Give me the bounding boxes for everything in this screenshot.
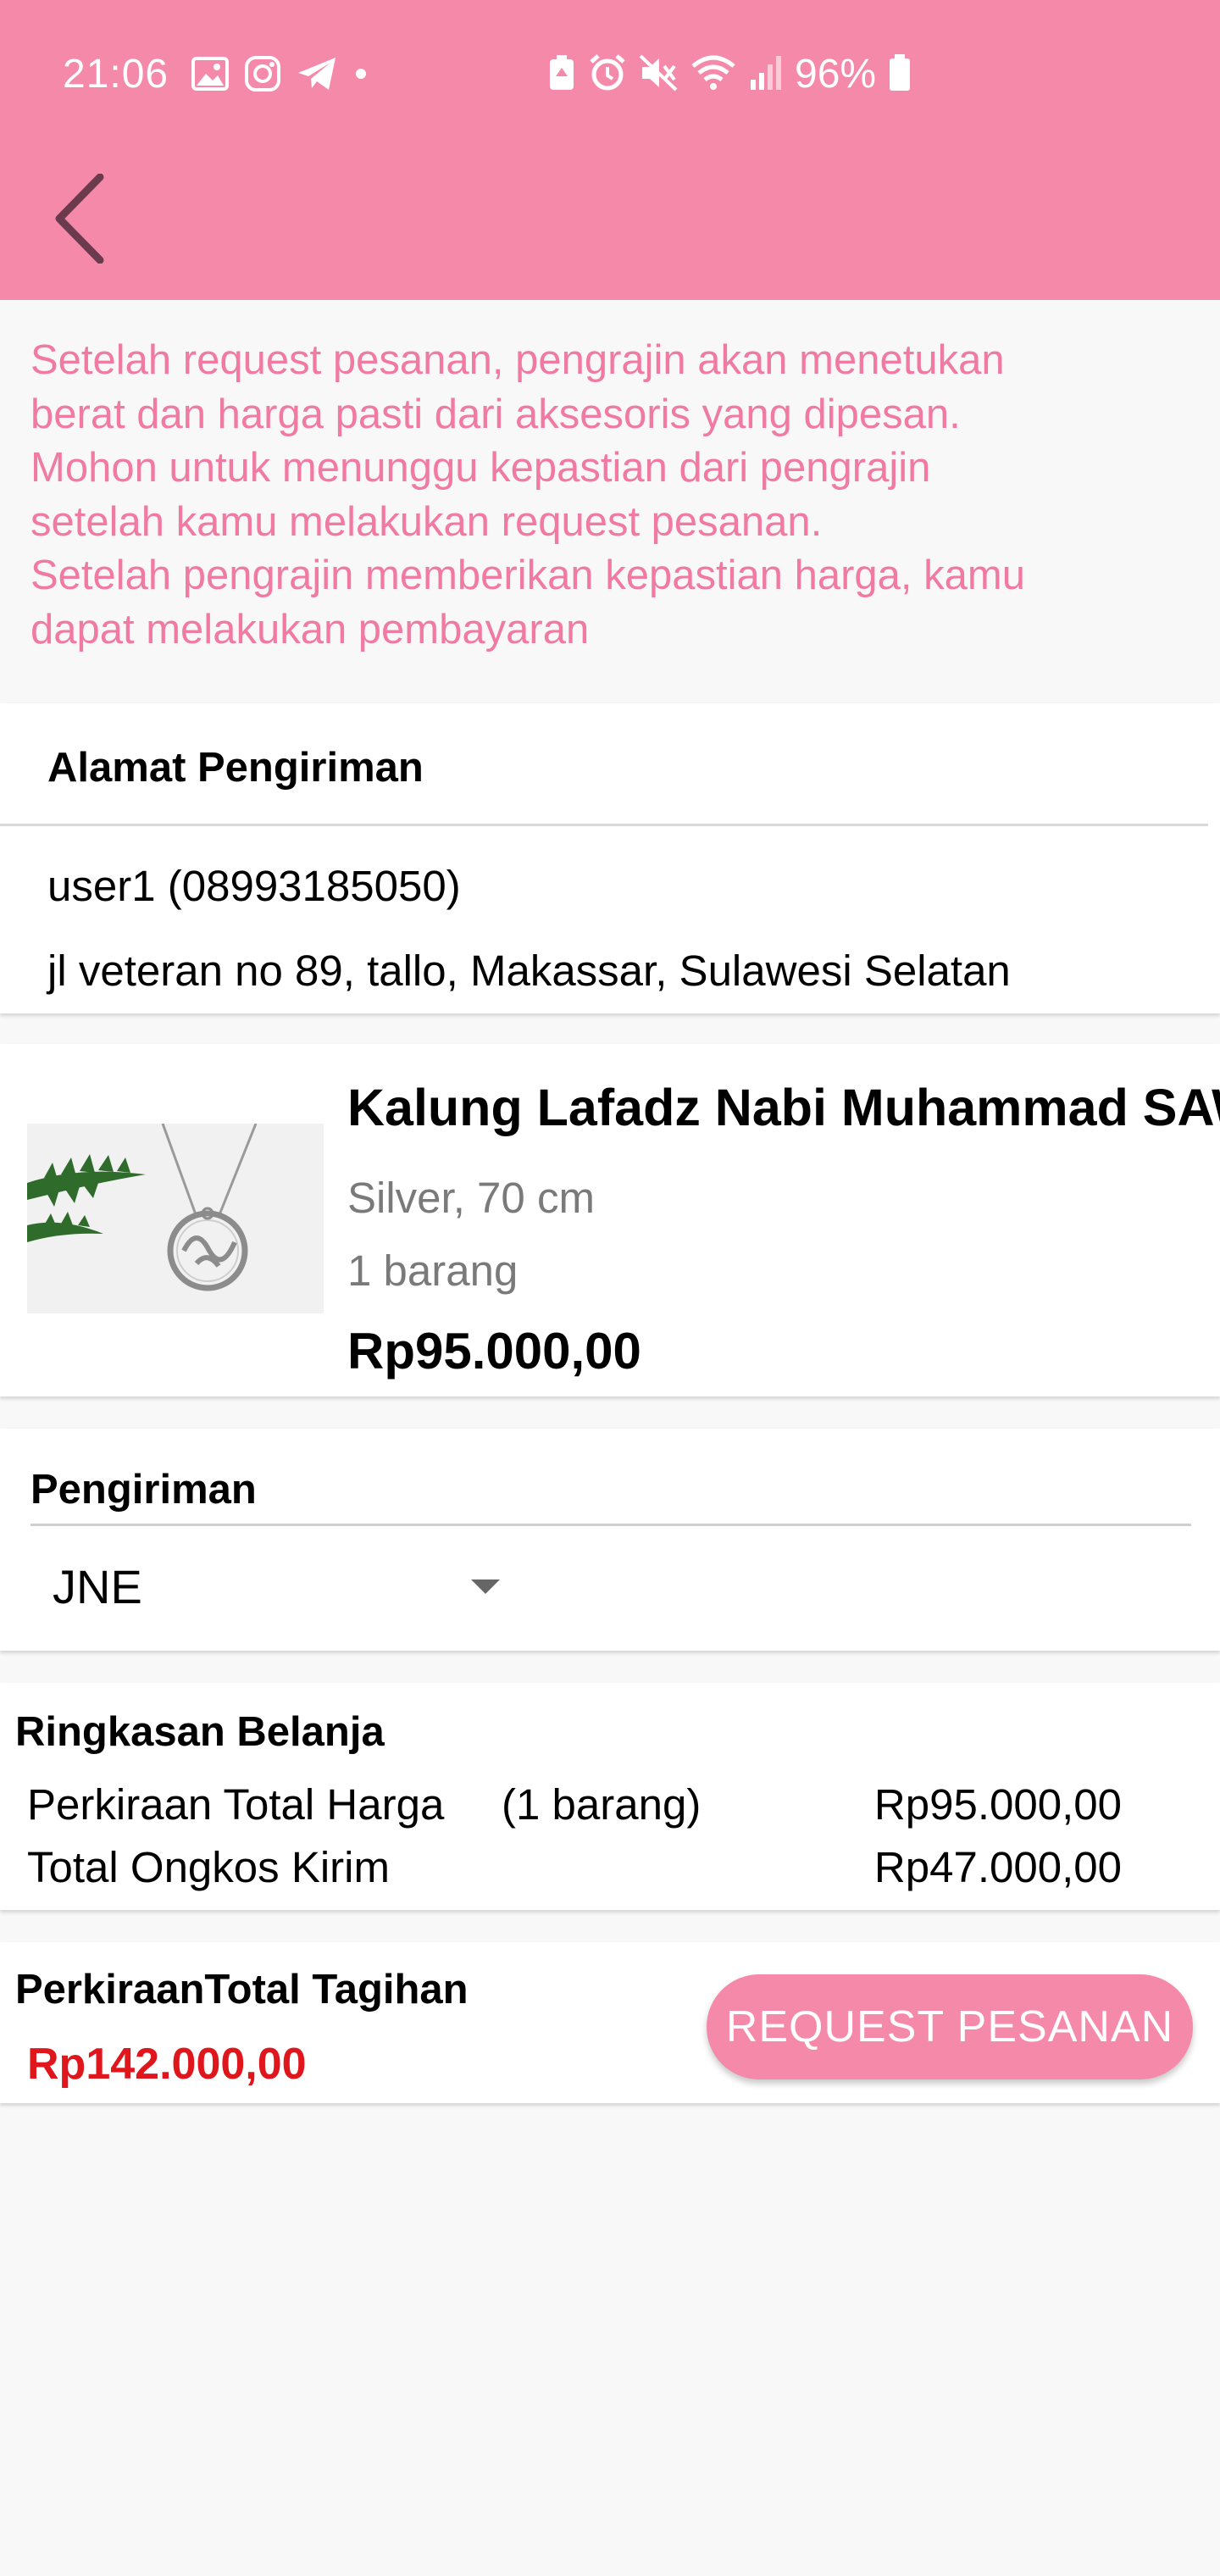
wifi-icon bbox=[690, 54, 737, 96]
instagram-icon bbox=[244, 55, 281, 97]
summary-item-price-value: Rp95.000,00 bbox=[873, 1780, 1122, 1829]
status-time: 21:06 bbox=[63, 52, 169, 97]
telegram-icon bbox=[297, 56, 337, 96]
total-value: Rp142.000,00 bbox=[27, 2040, 307, 2089]
checkout-screen: 21:06 96% Setelah request pesanan, pengr… bbox=[0, 0, 1220, 2576]
shipping-divider bbox=[30, 1524, 1191, 1526]
alarm-icon bbox=[588, 53, 627, 97]
summary-item-price-label: Perkiraan Total Harga bbox=[27, 1780, 445, 1829]
courier-dropdown[interactable]: JNE bbox=[30, 1551, 530, 1627]
battery-level: 96% bbox=[795, 52, 877, 97]
address-line: jl veteran no 89, tallo, Makassar, Sulaw… bbox=[47, 947, 1011, 995]
shipping-title: Pengiriman bbox=[30, 1467, 257, 1513]
product-name[interactable]: Kalung Lafadz Nabi Muhammad SAW bbox=[347, 1078, 1220, 1137]
image-icon bbox=[191, 56, 229, 95]
app-header: 21:06 96% bbox=[0, 0, 1220, 300]
product-price: Rp95.000,00 bbox=[347, 1323, 641, 1380]
chevron-left-icon bbox=[51, 173, 105, 268]
status-left-icons bbox=[191, 54, 369, 97]
status-bar: 21:06 96% bbox=[0, 0, 1220, 149]
summary-item-count: (1 barang) bbox=[502, 1780, 702, 1829]
signal-icon bbox=[749, 54, 783, 96]
product-quantity: 1 barang bbox=[347, 1246, 518, 1295]
dot-icon bbox=[352, 65, 369, 86]
mute-icon bbox=[639, 54, 678, 96]
product-image bbox=[27, 1124, 324, 1313]
address-recipient: user1 (08993185050) bbox=[47, 862, 461, 910]
back-button[interactable] bbox=[37, 169, 119, 271]
battery-icon bbox=[888, 53, 912, 97]
address-title: Alamat Pengiriman bbox=[47, 745, 424, 791]
summary-shipping-label: Total Ongkos Kirim bbox=[27, 1843, 390, 1891]
dropdown-arrow-icon bbox=[471, 1579, 500, 1594]
summary-shipping-value: Rp47.000,00 bbox=[873, 1843, 1122, 1891]
courier-selected-value: JNE bbox=[53, 1560, 142, 1613]
summary-title: Ringkasan Belanja bbox=[15, 1709, 385, 1755]
total-label: PerkiraanTotal Tagihan bbox=[15, 1967, 469, 2012]
request-info-text: Setelah request pesanan, pengrajin akan … bbox=[30, 337, 1025, 652]
product-variant: Silver, 70 cm bbox=[347, 1174, 595, 1222]
status-right-icons: 96% bbox=[547, 51, 912, 98]
address-divider bbox=[0, 824, 1208, 826]
request-order-button[interactable]: REQUEST PESANAN bbox=[707, 1974, 1193, 2079]
battery-saver-icon bbox=[547, 54, 576, 96]
